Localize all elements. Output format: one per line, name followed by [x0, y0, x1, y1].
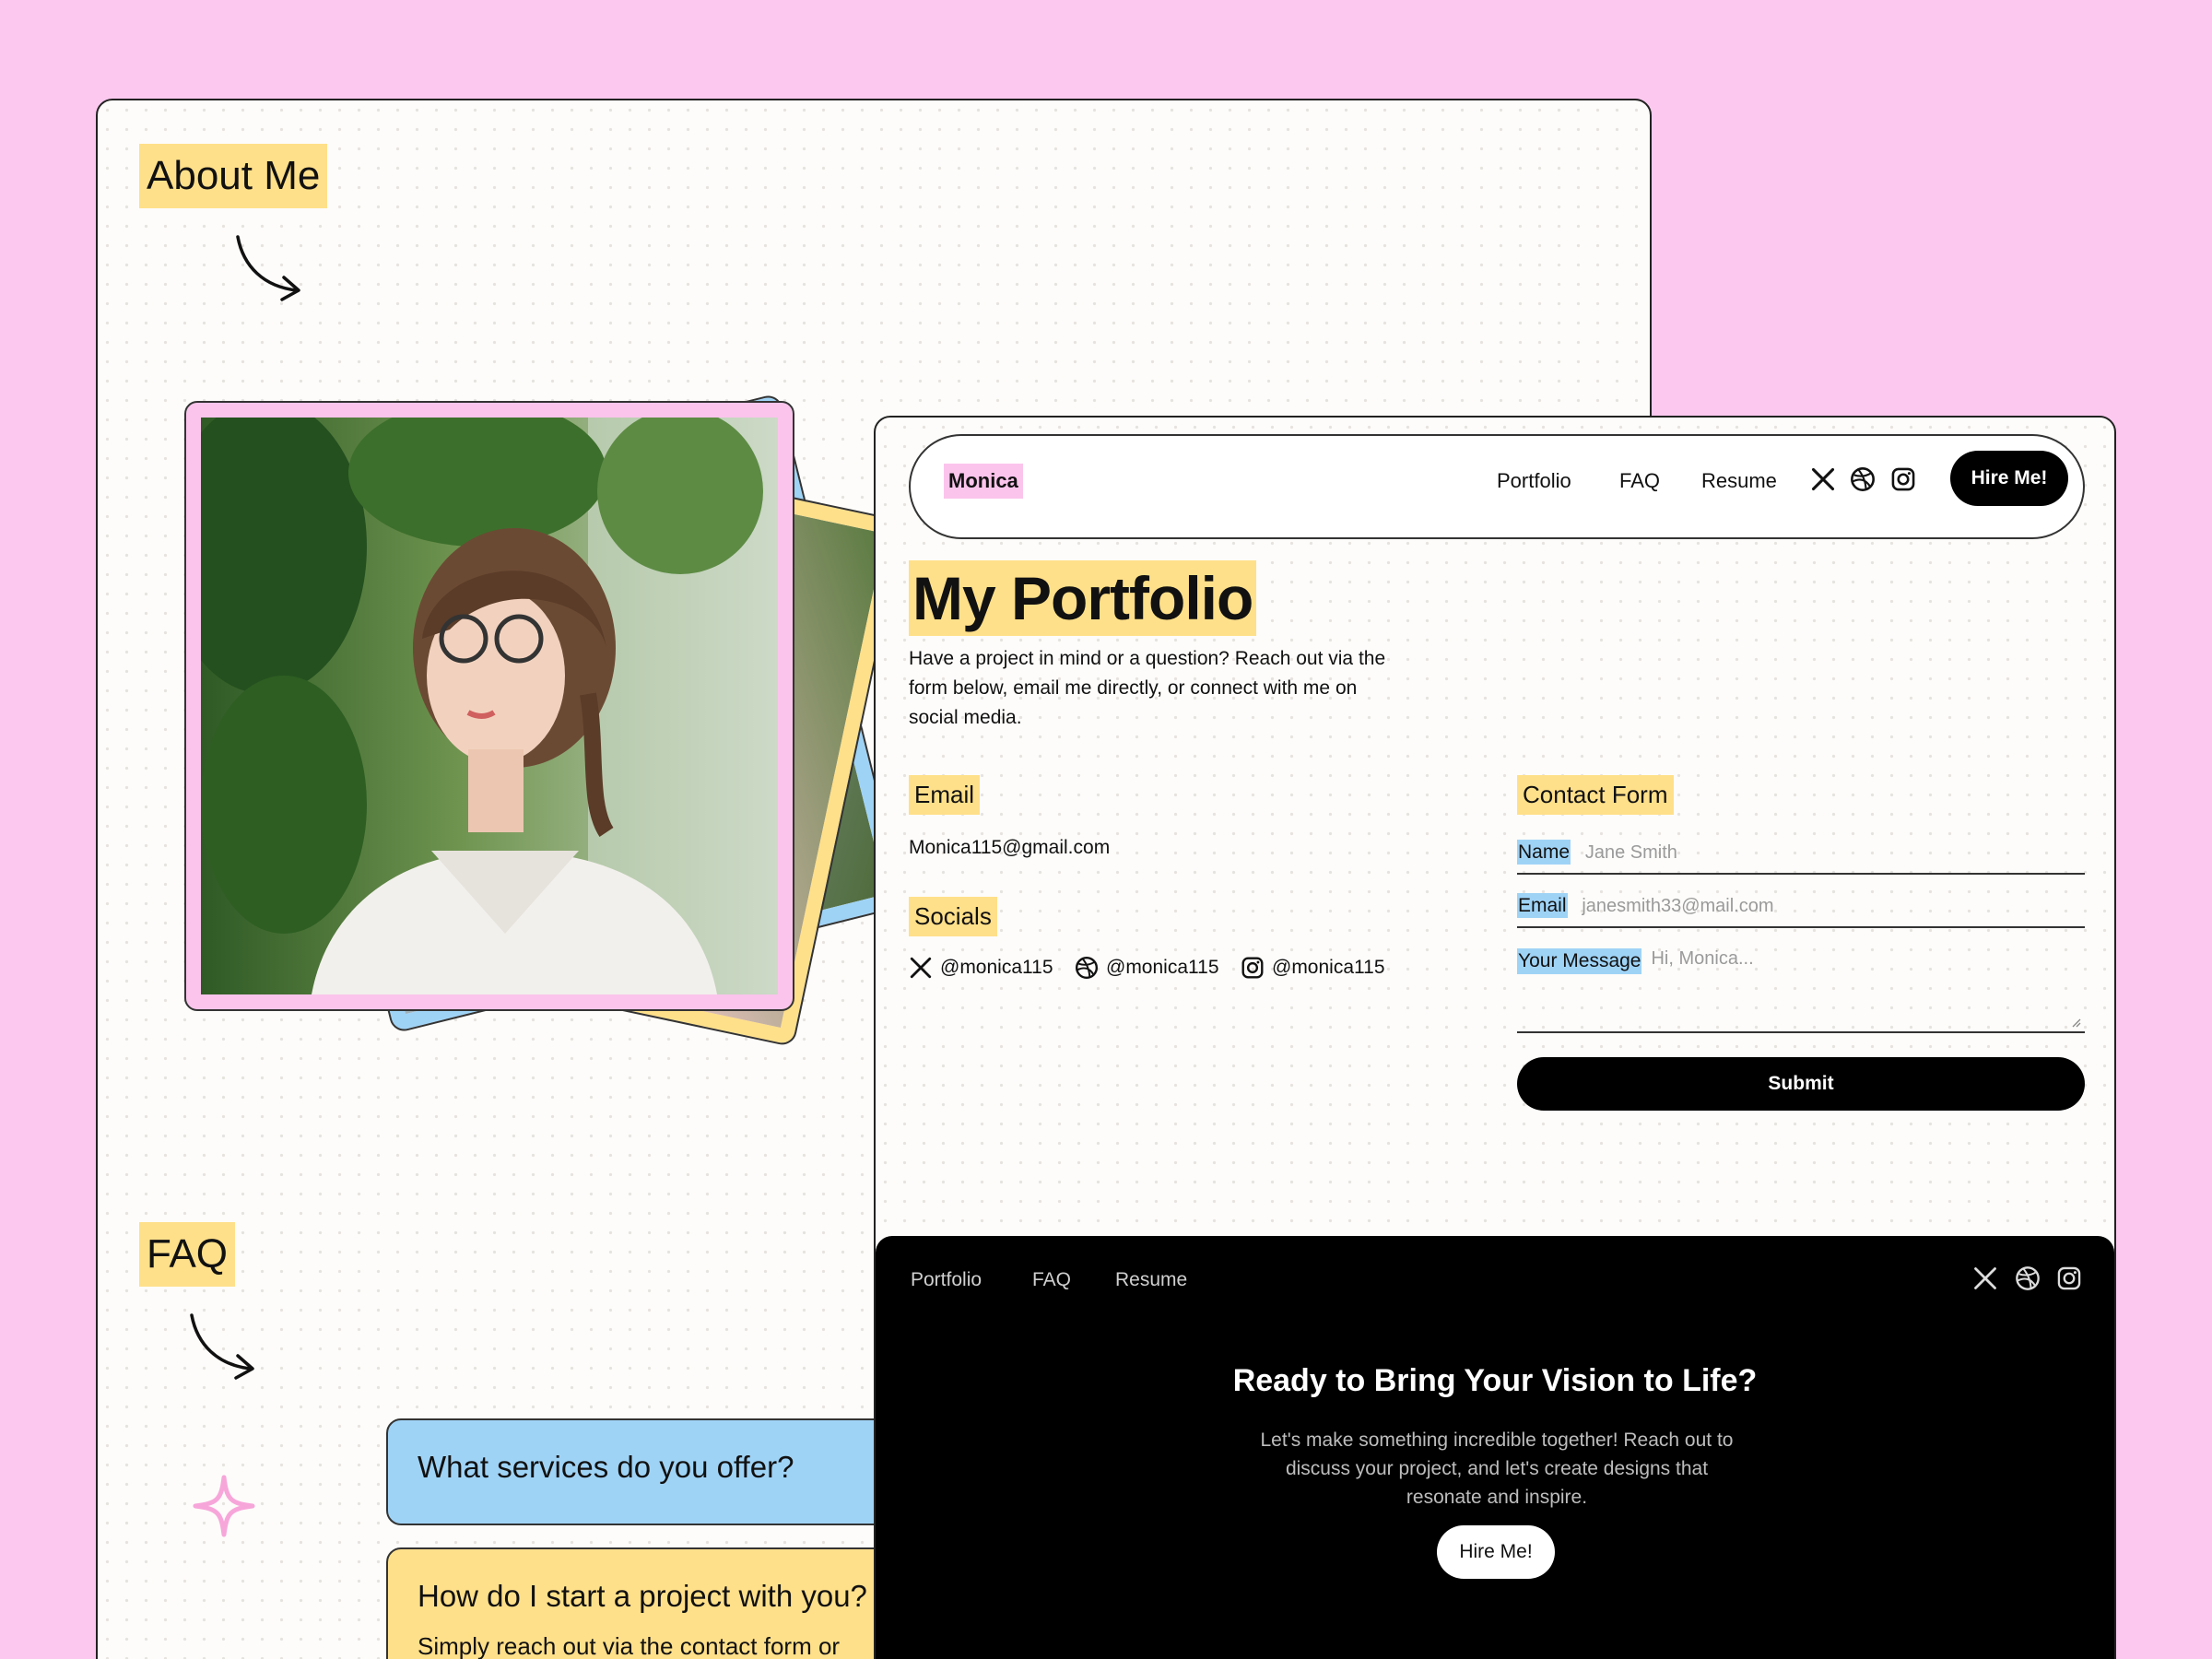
- message-textarea[interactable]: [1651, 948, 2076, 1022]
- nav-link-faq[interactable]: FAQ: [1619, 469, 1660, 493]
- instagram-icon[interactable]: [1890, 466, 1916, 492]
- resize-grip-icon[interactable]: [2070, 1017, 2081, 1028]
- x-icon: [910, 957, 932, 979]
- page-title: My Portfolio: [909, 560, 1257, 636]
- dribbble-icon[interactable]: [2015, 1265, 2041, 1291]
- footer-hire-me-button[interactable]: Hire Me!: [1437, 1525, 1555, 1579]
- profile-photo: [201, 418, 778, 994]
- dribbble-icon[interactable]: [1850, 466, 1876, 492]
- footer: Portfolio FAQ Resume Ready to Bring Your…: [876, 1236, 2114, 1659]
- brand-logo[interactable]: Monica: [944, 464, 1023, 499]
- x-icon[interactable]: [1972, 1265, 1998, 1291]
- social-link-x[interactable]: @monica115: [909, 956, 1053, 980]
- x-icon[interactable]: [1810, 466, 1836, 492]
- sparkle-icon: [193, 1475, 255, 1537]
- email-heading: Email: [909, 775, 981, 815]
- faq-question: How do I start a project with you?: [418, 1579, 867, 1613]
- faq-item[interactable]: How do I start a project with you? Simpl…: [386, 1547, 958, 1659]
- cta-text: Let's make something incredible together…: [1260, 1430, 1734, 1508]
- name-input[interactable]: [1584, 842, 2028, 864]
- socials-heading: Socials: [909, 897, 997, 936]
- instagram-icon: [1241, 957, 1264, 979]
- email-field: Email: [1517, 893, 2085, 928]
- portfolio-window: Monica Portfolio FAQ Resume Hire Me! My …: [874, 416, 2116, 1659]
- email-input[interactable]: [1582, 896, 2025, 917]
- social-link-instagram[interactable]: @monica115: [1241, 956, 1385, 980]
- message-label: Your Message: [1517, 948, 1642, 974]
- intro-text: Have a project in mind or a question? Re…: [909, 648, 1386, 728]
- profile-photo-frame: [184, 401, 794, 1011]
- about-title: About Me: [139, 144, 328, 208]
- dribbble-icon: [1075, 956, 1099, 980]
- message-field: Your Message: [1517, 948, 2085, 1033]
- email-link[interactable]: Monica115@gmail.com: [909, 837, 1110, 859]
- nav-link-resume[interactable]: Resume: [1701, 469, 1777, 493]
- hire-me-button[interactable]: Hire Me!: [1950, 451, 2068, 506]
- faq-title: FAQ: [139, 1222, 236, 1287]
- contact-form-heading: Contact Form: [1517, 775, 1674, 815]
- faq-question: What services do you offer?: [418, 1450, 794, 1484]
- social-handle: @monica115: [1272, 957, 1385, 978]
- instagram-icon[interactable]: [2056, 1265, 2082, 1291]
- name-label: Name: [1517, 840, 1571, 865]
- name-field: Name: [1517, 840, 2085, 875]
- faq-answer: Simply reach out via the contact form or: [418, 1632, 841, 1659]
- curved-arrow-icon: [190, 1313, 254, 1380]
- social-handle: @monica115: [940, 957, 1053, 978]
- cta-title: Ready to Bring Your Vision to Life?: [1232, 1363, 1758, 1398]
- email-label: Email: [1517, 893, 1568, 918]
- submit-button[interactable]: Submit: [1517, 1057, 2085, 1111]
- curved-arrow-icon: [236, 235, 300, 301]
- navbar: Monica Portfolio FAQ Resume Hire Me!: [909, 434, 2085, 539]
- faq-item[interactable]: What services do you offer?: [386, 1418, 958, 1525]
- footer-link-resume[interactable]: Resume: [1115, 1269, 1187, 1291]
- footer-link-faq[interactable]: FAQ: [1032, 1269, 1071, 1291]
- social-link-dribbble[interactable]: @monica115: [1075, 956, 1219, 980]
- footer-link-portfolio[interactable]: Portfolio: [911, 1269, 982, 1291]
- social-handle: @monica115: [1106, 957, 1219, 978]
- nav-link-portfolio[interactable]: Portfolio: [1497, 469, 1571, 493]
